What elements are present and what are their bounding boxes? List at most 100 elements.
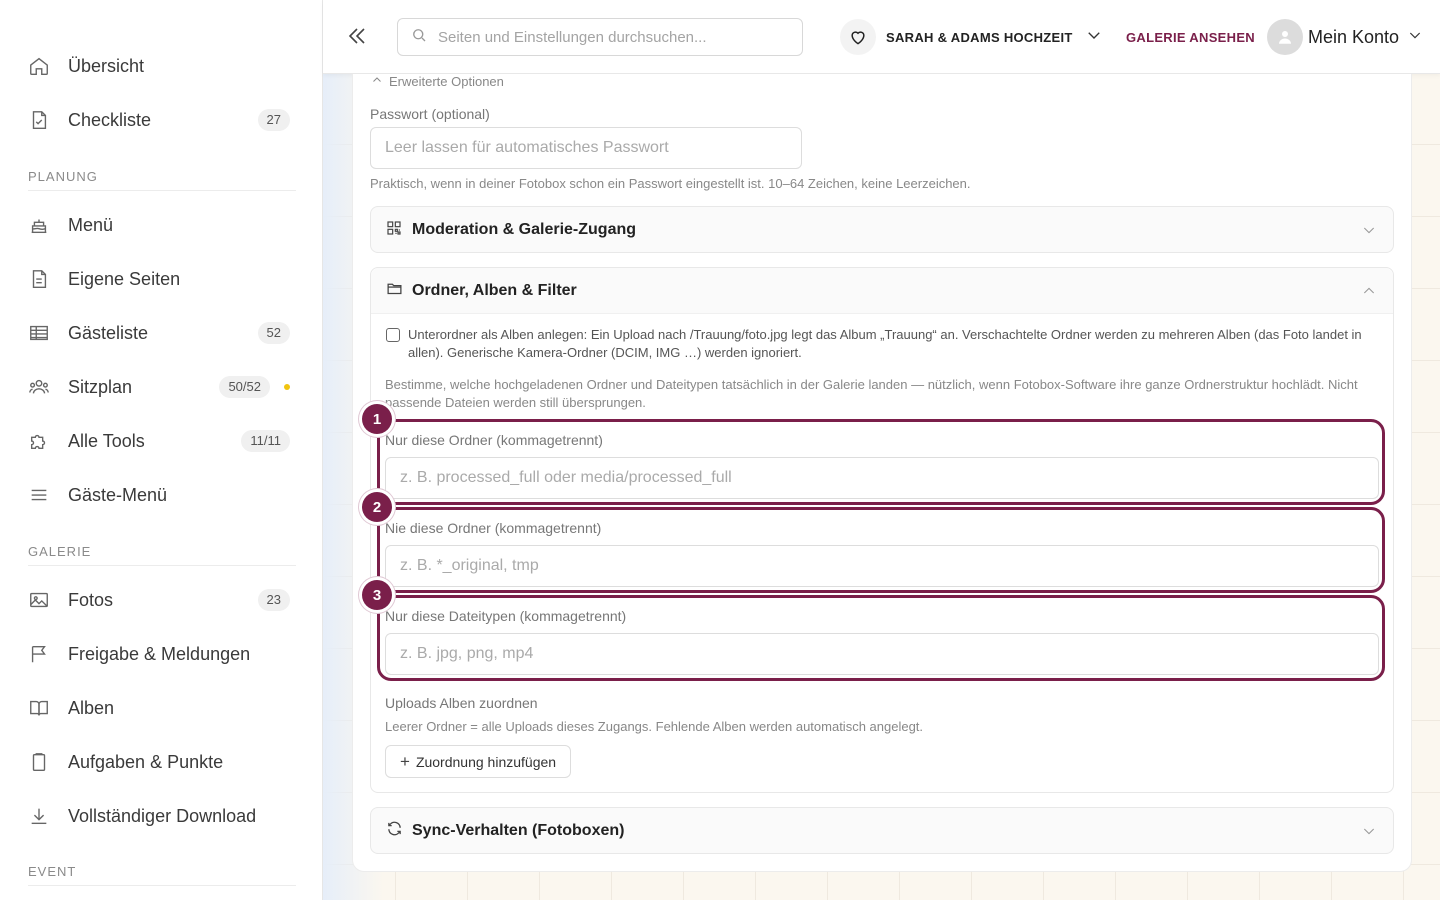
sidebar-item-freigabe[interactable]: Freigabe & Meldungen: [28, 634, 296, 674]
sidebar-item-label: Vollständiger Download: [68, 805, 257, 826]
chevron-down-icon: [1361, 823, 1377, 844]
sidebar-item-alben[interactable]: Alben: [28, 688, 296, 728]
subfolder-albums-checkbox[interactable]: [386, 328, 400, 342]
sidebar-item-download[interactable]: Vollständiger Download: [28, 796, 296, 836]
chevron-up-icon: [1361, 283, 1377, 304]
sidebar-item-aufgaben[interactable]: Aufgaben & Punkte: [28, 742, 296, 782]
advanced-options-label: Erweiterte Optionen: [389, 74, 504, 89]
section-heading-event: EVENT: [28, 864, 296, 886]
sidebar-item-checkliste[interactable]: Checkliste 27: [28, 100, 296, 140]
sync-icon: [386, 820, 404, 842]
sidebar-item-alle-tools[interactable]: Alle Tools 11/11: [28, 421, 296, 461]
sidebar-item-label: Menü: [68, 214, 114, 235]
sidebar-item-gaesteliste[interactable]: Gästeliste 52: [28, 313, 296, 353]
sidebar-item-label: Gästeliste: [68, 322, 149, 343]
flag-icon: [28, 643, 60, 665]
image-icon: [28, 589, 60, 611]
sidebar-item-label: Checkliste: [68, 109, 152, 130]
chevron-down-icon: [1407, 27, 1423, 48]
sidebar: Übersicht Checkliste 27 PLANUNG Menü Eig…: [0, 0, 323, 900]
chevron-down-icon: [1085, 26, 1103, 49]
exclude-folders-label: Nie diese Ordner (kommagetrennt): [385, 520, 602, 536]
count-badge: 52: [257, 322, 290, 344]
sidebar-item-label: Fotos: [68, 589, 114, 610]
sidebar-item-label: Aufgaben & Punkte: [68, 751, 224, 772]
puzzle-icon: [28, 430, 60, 452]
sidebar-item-label: Eigene Seiten: [68, 268, 181, 289]
include-folders-label: Nur diese Ordner (kommagetrennt): [385, 432, 603, 448]
page-icon: [28, 268, 60, 290]
count-badge: 11/11: [241, 430, 290, 452]
sidebar-item-gaeste-menue[interactable]: Gäste-Menü: [28, 475, 296, 515]
checklist-icon: [28, 109, 60, 131]
sidebar-item-label: Sitzplan: [68, 376, 133, 397]
file-types-label: Nur diese Dateitypen (kommagetrennt): [385, 608, 627, 624]
cake-icon: [28, 214, 60, 236]
step-marker: 3: [362, 580, 392, 610]
view-gallery-link[interactable]: GALERIE ANSEHEN: [1126, 30, 1255, 45]
sidebar-item-label: Übersicht: [68, 55, 145, 76]
include-folders-input[interactable]: [385, 457, 1379, 499]
chevron-up-icon: [371, 74, 383, 89]
account-menu[interactable]: Mein Konto: [1267, 18, 1423, 56]
sidebar-item-fotos[interactable]: Fotos 23: [28, 580, 296, 620]
heart-icon: [840, 19, 876, 55]
file-types-input[interactable]: [385, 633, 1379, 675]
step-marker: 1: [362, 404, 392, 434]
book-icon: [28, 697, 60, 719]
home-icon: [28, 55, 60, 77]
sidebar-item-eigene-seiten[interactable]: Eigene Seiten: [28, 259, 296, 299]
search-input[interactable]: [438, 28, 778, 46]
album-mapping-help: Leerer Ordner = alle Uploads dieses Zuga…: [385, 719, 924, 734]
password-input[interactable]: [370, 127, 802, 169]
accordion-header-moderation[interactable]: Moderation & Galerie-Zugang: [371, 207, 1393, 253]
advanced-options-toggle[interactable]: Erweiterte Optionen: [371, 74, 504, 89]
search-box[interactable]: [397, 18, 803, 56]
people-icon: [28, 376, 60, 398]
accordion-title: Moderation & Galerie-Zugang: [412, 221, 637, 238]
step-marker: 2: [362, 492, 392, 522]
sidebar-item-label: Freigabe & Meldungen: [68, 643, 251, 664]
password-help: Praktisch, wenn in deiner Fotobox schon …: [370, 176, 971, 191]
password-label: Passwort (optional): [370, 106, 490, 122]
accordion-header-folders[interactable]: Ordner, Alben & Filter: [371, 268, 1393, 314]
plus-icon: +: [400, 751, 410, 771]
event-selector[interactable]: SARAH & ADAMS HOCHZEIT: [840, 18, 1103, 56]
exclude-folders-input[interactable]: [385, 545, 1379, 587]
avatar: [1267, 19, 1303, 55]
top-bar: SARAH & ADAMS HOCHZEIT GALERIE ANSEHEN M…: [323, 0, 1440, 74]
chevron-down-icon: [1361, 222, 1377, 243]
sidebar-item-menue[interactable]: Menü: [28, 205, 296, 245]
collapse-sidebar-icon[interactable]: [345, 24, 369, 48]
accordion-sync: Sync-Verhalten (Fotoboxen): [370, 807, 1394, 854]
sidebar-item-label: Alle Tools: [68, 430, 145, 451]
section-heading-galerie: GALERIE: [28, 544, 296, 566]
table-icon: [28, 322, 60, 344]
folder-icon: [386, 280, 404, 302]
album-mapping-label: Uploads Alben zuordnen: [385, 695, 538, 711]
add-mapping-button[interactable]: + Zuordnung hinzufügen: [385, 745, 572, 778]
status-dot: [284, 384, 290, 390]
count-badge: 50/52: [219, 376, 270, 398]
menu-icon: [28, 484, 60, 506]
qr-code-icon: [386, 220, 404, 241]
sidebar-item-uebersicht[interactable]: Übersicht: [28, 46, 296, 86]
event-name: SARAH & ADAMS HOCHZEIT: [886, 29, 1073, 45]
account-label: Mein Konto: [1308, 26, 1400, 47]
filter-description: Bestimme, welche hochgeladenen Ordner un…: [385, 377, 1358, 410]
accordion-moderation: Moderation & Galerie-Zugang: [370, 206, 1394, 253]
sidebar-item-sitzplan[interactable]: Sitzplan 50/52: [28, 367, 296, 407]
accordion-title: Ordner, Alben & Filter: [412, 281, 577, 299]
section-heading-planung: PLANUNG: [28, 169, 296, 191]
sidebar-item-label: Gäste-Menü: [68, 484, 168, 505]
add-mapping-label: Zuordnung hinzufügen: [415, 753, 557, 770]
count-badge: 27: [257, 109, 290, 131]
search-icon: [410, 26, 430, 49]
clipboard-icon: [28, 751, 60, 773]
accordion-header-sync[interactable]: Sync-Verhalten (Fotoboxen): [371, 808, 1393, 854]
accordion-title: Sync-Verhalten (Fotoboxen): [412, 822, 625, 839]
sidebar-item-label: Alben: [68, 697, 115, 718]
download-icon: [28, 805, 60, 827]
subfolder-albums-text: Unterordner als Alben anlegen: Ein Uploa…: [408, 327, 1362, 360]
count-badge: 23: [257, 589, 290, 611]
